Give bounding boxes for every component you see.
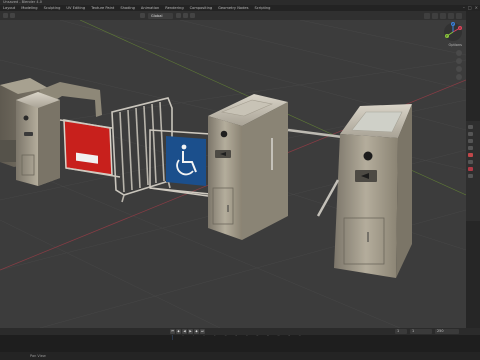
properties-sidebar: [466, 11, 480, 328]
options-dropdown[interactable]: Options: [448, 43, 462, 47]
modifier-properties-tab[interactable]: [468, 160, 473, 164]
tick-60: 60: [204, 335, 206, 337]
render-properties-tab[interactable]: [468, 132, 473, 136]
editor-type-icon[interactable]: [3, 13, 8, 18]
material-properties-tab[interactable]: [468, 167, 473, 171]
gizmo-x-label: X: [459, 26, 461, 30]
snap-icon[interactable]: [183, 13, 188, 18]
viewport-header: Global: [0, 11, 466, 20]
prev-keyframe-icon[interactable]: ◆: [176, 329, 181, 334]
shading-buttons: [424, 12, 462, 19]
object-properties-tab[interactable]: [468, 153, 473, 157]
tick-80: 80: [214, 335, 216, 337]
solid-shading-icon[interactable]: [448, 12, 454, 19]
turnstile-right: [316, 104, 412, 278]
tick-240: 240: [299, 335, 301, 337]
status-bar: Pan View: [0, 352, 480, 360]
barrier-fence: [111, 97, 173, 203]
gizmo-z-label: Z: [452, 22, 454, 26]
tick-180: 180: [267, 335, 269, 337]
playback-controls: ⏮ ◆ ◀ ▶ ◆ ⏭: [170, 329, 205, 334]
play-reverse-icon[interactable]: ◀: [182, 329, 187, 334]
material-shading-icon[interactable]: [456, 12, 462, 19]
scene-render: [0, 20, 466, 328]
tick-220: 220: [288, 335, 290, 337]
tick-160: 160: [256, 335, 258, 337]
status-text: Pan View: [30, 354, 46, 358]
tick-140: 140: [246, 335, 248, 337]
jump-end-icon[interactable]: ⏭: [200, 329, 205, 334]
properties-tab-strip: [466, 121, 480, 221]
3d-viewport[interactable]: X Y Z Options: [0, 20, 466, 328]
play-icon[interactable]: ▶: [188, 329, 193, 334]
current-frame-field[interactable]: 1: [395, 329, 407, 334]
accessibility-sign-panel: [149, 129, 211, 197]
output-properties-tab[interactable]: [468, 139, 473, 143]
next-keyframe-icon[interactable]: ◆: [194, 329, 199, 334]
pivot-icon[interactable]: [176, 13, 181, 18]
timeline-header: ⏮ ◆ ◀ ▶ ◆ ⏭ 1 1 250: [0, 328, 480, 335]
tick-100: 100: [225, 335, 227, 337]
transform-orientation-dropdown[interactable]: Global: [148, 12, 173, 19]
transform-orientation-icon[interactable]: [140, 13, 145, 18]
perspective-toggle-icon: [456, 74, 462, 80]
wireframe-shading-icon[interactable]: [440, 12, 446, 19]
tick-20: 20: [182, 335, 184, 337]
timeline-editor[interactable]: 0 20 40 60 80 100 120 140 160 180 200 22…: [0, 335, 480, 352]
data-properties-tab[interactable]: [468, 174, 473, 178]
tick-120: 120: [235, 335, 237, 337]
start-frame-field[interactable]: 1: [410, 329, 432, 334]
tick-40: 40: [193, 335, 195, 337]
end-frame-field[interactable]: 250: [435, 329, 459, 334]
turnstile-center: [208, 94, 351, 240]
object-mode-icon[interactable]: [10, 13, 15, 18]
proportional-edit-icon[interactable]: [190, 13, 195, 18]
scene-properties-tab[interactable]: [468, 146, 473, 150]
pan-icon: [456, 58, 462, 64]
navigation-gizmo[interactable]: X Y Z: [440, 22, 466, 92]
zoom-icon: [456, 50, 462, 56]
overlay-icon[interactable]: [424, 12, 430, 19]
xray-icon[interactable]: [432, 12, 438, 19]
timeline-ruler: 0 20 40 60 80 100 120 140 160 180 200 22…: [172, 335, 301, 340]
jump-start-icon[interactable]: ⏮: [170, 329, 175, 334]
tick-200: 200: [278, 335, 280, 337]
stop-sign-panel: [59, 119, 121, 178]
camera-view-icon: [456, 66, 462, 72]
tool-properties-tab[interactable]: [468, 125, 473, 129]
